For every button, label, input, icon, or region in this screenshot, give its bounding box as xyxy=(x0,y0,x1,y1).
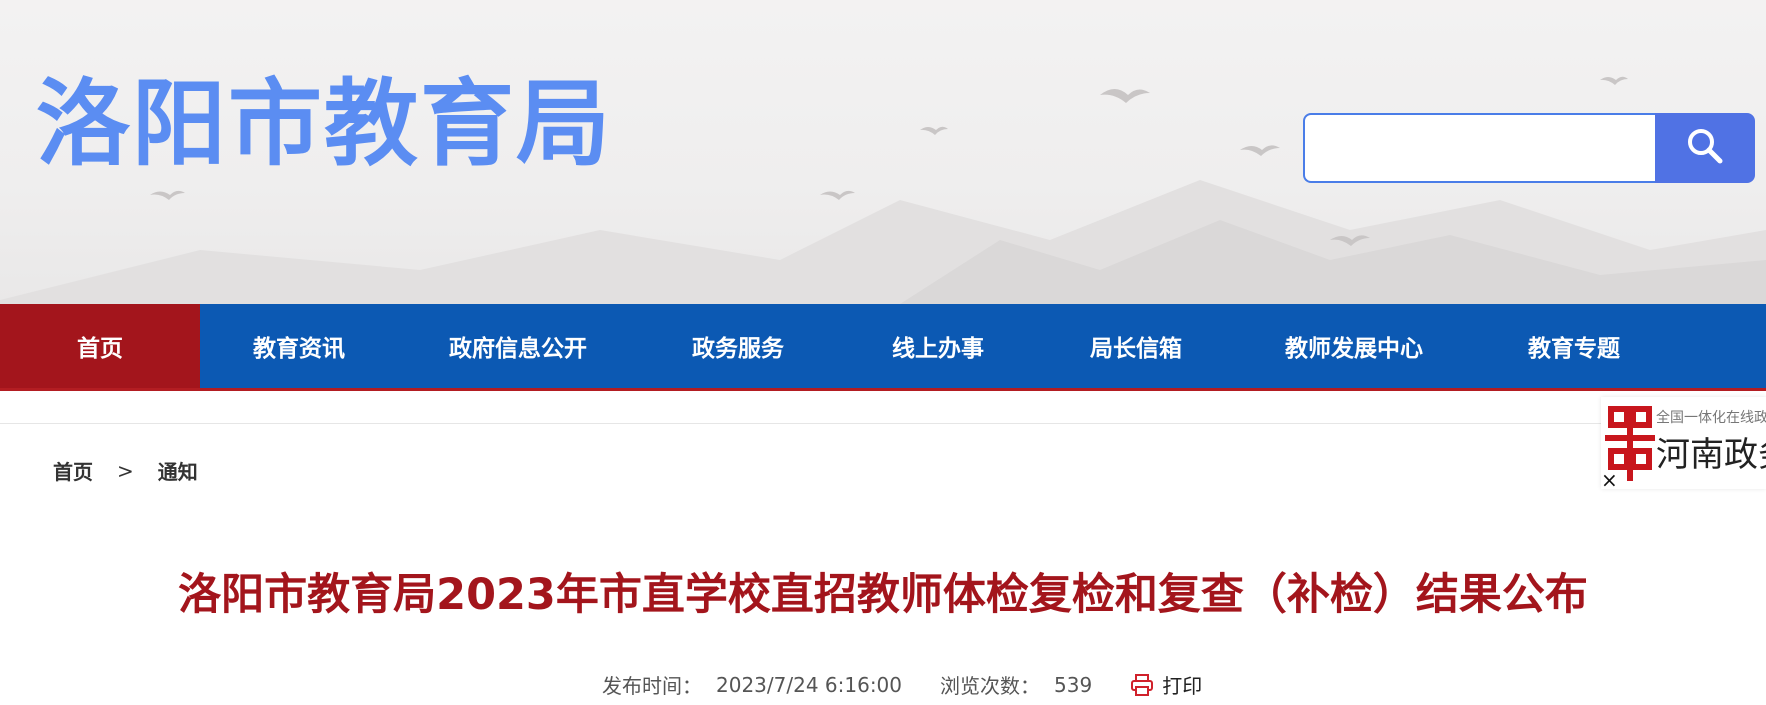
search-input[interactable] xyxy=(1303,113,1655,183)
breadcrumb-home[interactable]: 首页 xyxy=(53,456,93,485)
views-label: 浏览次数： xyxy=(940,674,1041,698)
content-divider xyxy=(0,423,1766,424)
nav-item-home[interactable]: 首页 xyxy=(0,304,200,388)
badge-title: 河南政务 xyxy=(1656,435,1766,475)
site-title[interactable]: 洛阳市教育局 xyxy=(36,78,612,172)
badge-subtitle: 全国一体化在线政 xyxy=(1656,410,1766,426)
nav-item-education-news[interactable]: 教育资讯 xyxy=(200,304,398,388)
views-count: 539 xyxy=(1054,672,1093,697)
nav-item-teacher-center[interactable]: 教师发展中心 xyxy=(1234,304,1474,388)
nav-item-gov-info[interactable]: 政府信息公开 xyxy=(398,304,638,388)
nav-item-online-affairs[interactable]: 线上办事 xyxy=(838,304,1038,388)
main-nav: 首页 教育资讯 政府信息公开 政务服务 线上办事 局长信箱 教师发展中心 教育专… xyxy=(0,304,1766,391)
publish-time-label: 发布时间： xyxy=(602,674,702,698)
henan-gov-service-badge[interactable]: 全国一体化在线政 河南政务 xyxy=(1601,397,1766,489)
close-icon[interactable]: × xyxy=(1601,468,1618,492)
article-meta: 发布时间： 2023/7/24 6:16:00 浏览次数： 539 打印 xyxy=(602,670,1202,699)
printer-icon xyxy=(1130,673,1154,697)
breadcrumb-separator: > xyxy=(117,458,134,483)
article-title: 洛阳市教育局2023年市直学校直招教师体检复检和复查（补检）结果公布 xyxy=(178,570,1588,620)
publish-time-value: 2023/7/24 6:16:00 xyxy=(716,672,903,697)
breadcrumb: 首页 > 通知 xyxy=(53,456,198,485)
breadcrumb-current[interactable]: 通知 xyxy=(158,456,198,485)
nav-item-gov-services[interactable]: 政务服务 xyxy=(638,304,838,388)
nav-item-director-mailbox[interactable]: 局长信箱 xyxy=(1038,304,1234,388)
nav-item-education-topics[interactable]: 教育专题 xyxy=(1474,304,1674,388)
search-icon xyxy=(1685,126,1725,170)
search-button[interactable] xyxy=(1655,113,1755,183)
print-label: 打印 xyxy=(1162,674,1203,698)
site-header: 洛阳市教育局 xyxy=(0,0,1766,304)
print-button[interactable]: 打印 xyxy=(1130,670,1202,699)
